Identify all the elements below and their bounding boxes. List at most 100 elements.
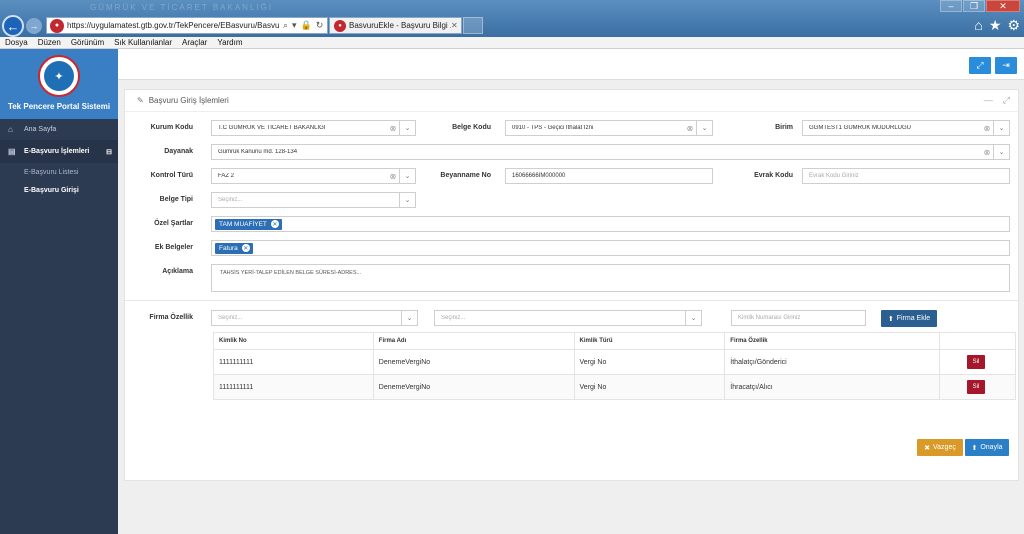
clear-icon[interactable]: ⊗ [981,148,993,157]
firma-ekle-button[interactable]: ⬆ Firma Ekle [881,310,937,327]
refresh-icon[interactable]: ↻ [316,20,324,31]
tag-label: TAM MUAFİYET [219,220,267,228]
back-button[interactable]: ← [2,15,24,37]
chevron-down-icon[interactable]: ⌄ [399,169,415,183]
new-tab-button[interactable] [463,17,483,34]
logout-button[interactable]: ⇥ [995,57,1017,74]
expand-panel-icon[interactable]: ⤢ [1003,95,1010,106]
chevron-down-icon[interactable]: ⌄ [685,311,701,325]
window-controls: – ❐ ✕ [939,0,1020,12]
browser-chrome: GÜMRÜK VE TİCARET BAKANLIĞI – ❐ ✕ ← → ● … [0,0,1024,37]
birim-select[interactable]: GGMTEST1 GÜMRÜK MÜDÜRLÜĞÜ ⊗ ⌄ [802,120,1010,136]
sidebar-group-ebasvuru[interactable]: ▤ E-Başvuru İşlemleri ⊟ [0,141,118,163]
ozel-sartlar-label: Özel Şartlar [154,220,193,227]
divider [125,300,1018,301]
belge-kodu-select[interactable]: 0910 - TPS - Geçici İthalat İzni ⊗ ⌄ [505,120,713,136]
collapse-icon[interactable]: ⊟ [106,148,112,156]
chevron-down-icon[interactable]: ⌄ [399,193,415,207]
address-bar[interactable]: ● https://uygulamatest.gtb.gov.tr/TekPen… [46,17,328,34]
application-panel: ✎ Başvuru Giriş İşlemleri — ⤢ Kurum Kodu… [124,89,1019,481]
sidebar-item-ebasvuru-listesi[interactable]: E-Başvuru Listesi [0,163,118,181]
firma-ozellik-select-1[interactable]: Seçiniz... ⌄ [211,310,418,326]
column-header-actions [939,332,1016,350]
clear-icon[interactable]: ⊗ [981,124,993,133]
chevron-down-icon[interactable]: ⌄ [993,145,1009,159]
chevron-down-icon[interactable]: ⌄ [993,121,1009,135]
kurum-kodu-select[interactable]: T.C GÜMRÜK VE TİCARET BAKANLIĞI ⊗ ⌄ [211,120,416,136]
fullscreen-button[interactable]: ⤢ [969,57,991,74]
remove-tag-icon[interactable]: ✕ [270,220,279,228]
aciklama-textarea[interactable]: TAHSİS YERİ-TALEP EDİLEN BELGE SÜRESİ-AD… [211,264,1010,292]
minimize-icon[interactable]: – [940,0,962,12]
menu-item-help[interactable]: Yardım [212,37,247,48]
tag-label: Fatura [219,244,238,252]
menu-item-favorites[interactable]: Sık Kullanılanlar [109,37,177,48]
remove-tag-icon[interactable]: ✕ [241,244,250,252]
ek-belgeler-multiselect[interactable]: Fatura ✕ [211,240,1010,256]
evrak-kodu-input[interactable]: Evrak Kodu Giriniz [802,168,1010,184]
kontrol-turu-label: Kontrol Türü [150,172,193,179]
cell-actions: Sil [939,374,1016,400]
table-row: 1111111111 DenemeVergiNo Vergi No İhraca… [213,374,1016,400]
dropdown-icon[interactable]: ▾ [292,20,297,31]
firma-ozellik-select-2[interactable]: Seçiniz... ⌄ [434,310,702,326]
column-header: Kimlik Türü [573,332,726,350]
menu-item-view[interactable]: Görünüm [66,37,109,48]
menu-item-edit[interactable]: Düzen [33,37,66,48]
cell-kimlik-no: 1111111111 [213,374,374,400]
edit-icon: ✎ [137,96,144,105]
select-placeholder: Seçiniz... [218,315,243,321]
kimlik-no-input[interactable]: Kimlik Numarası Giriniz [731,310,866,326]
belge-tipi-select[interactable]: Seçiniz... ⌄ [211,192,416,208]
clear-icon[interactable]: ⊗ [684,124,696,133]
belge-kodu-value: 0910 - TPS - Geçici İthalat İzni [512,125,594,131]
cell-kimlik-turu: Vergi No [573,349,726,375]
home-icon[interactable]: ⌂ [974,17,982,34]
beyanname-no-input[interactable]: 16066666IM000000 [505,168,713,184]
clear-icon[interactable]: ⊗ [387,172,399,181]
tab-close-icon[interactable]: ✕ [451,21,461,30]
home-icon: ⌂ [8,125,13,134]
delete-button[interactable]: Sil [967,355,985,369]
kontrol-turu-select[interactable]: FAZ 2 ⊗ ⌄ [211,168,416,184]
browser-tab[interactable]: ● BasvuruEkle - Başvuru Bilgi ... ✕ [329,17,462,34]
close-window-icon[interactable]: ✕ [986,0,1020,12]
cancel-button[interactable]: ✖ Vazgeç [917,439,963,456]
chevron-down-icon[interactable]: ⌄ [401,311,417,325]
cell-firma-ozellik: İthalatçı/Gönderici [724,349,940,375]
sidebar-item-ebasvuru-girisi[interactable]: E-Başvuru Girişi [0,181,118,199]
lock-icon[interactable]: 🔒 [301,20,312,31]
ek-belgeler-label: Ek Belgeler [154,244,193,251]
main-content: ⤢ ⇥ ✎ Başvuru Giriş İşlemleri — ⤢ Kurum … [118,49,1024,534]
dayanak-select[interactable]: Gümrük Kanunu md. 128-134 ⊗ ⌄ [211,144,1010,160]
menu-bar: Dosya Düzen Görünüm Sık Kullanılanlar Ar… [0,37,1024,49]
expand-icon: ⤢ [976,60,984,70]
chart-icon: ▤ [8,147,16,156]
site-favicon-icon: ● [50,18,64,33]
search-icon[interactable]: ⌕ [283,20,288,31]
cell-actions: Sil [939,349,1016,375]
url-text[interactable]: https://uygulamatest.gtb.gov.tr/TekPence… [67,21,280,30]
ozel-sartlar-multiselect[interactable]: TAM MUAFİYET ✕ [211,216,1010,232]
cell-kimlik-no: 1111111111 [213,349,374,375]
button-label: Vazgeç [933,444,956,451]
menu-item-tools[interactable]: Araçlar [177,37,212,48]
restore-icon[interactable]: ❐ [963,0,985,12]
chevron-down-icon[interactable]: ⌄ [696,121,712,135]
tab-favicon-icon: ● [334,19,346,32]
cell-firma-adi: DenemeVergiNo [372,374,575,400]
forward-button[interactable]: → [26,18,42,34]
minimize-panel-icon[interactable]: — [984,95,993,106]
chevron-down-icon[interactable]: ⌄ [399,121,415,135]
table-header-row: Kimlik No Firma Adı Kimlik Türü Firma Öz… [213,332,1016,350]
ek-belgeler-tag: Fatura ✕ [215,242,253,254]
sidebar-item-home[interactable]: ⌂ Ana Sayfa [0,119,118,141]
approve-button[interactable]: ⬆ Onayla [965,439,1009,456]
clear-icon[interactable]: ⊗ [387,124,399,133]
menu-item-file[interactable]: Dosya [0,37,33,48]
settings-gear-icon[interactable]: ⚙ [1007,17,1020,34]
favorites-star-icon[interactable]: ★ [989,17,1002,34]
delete-button[interactable]: Sil [967,380,985,394]
firma-table: Kimlik No Firma Adı Kimlik Türü Firma Öz… [213,332,1016,400]
kurum-kodu-label: Kurum Kodu [150,124,193,131]
